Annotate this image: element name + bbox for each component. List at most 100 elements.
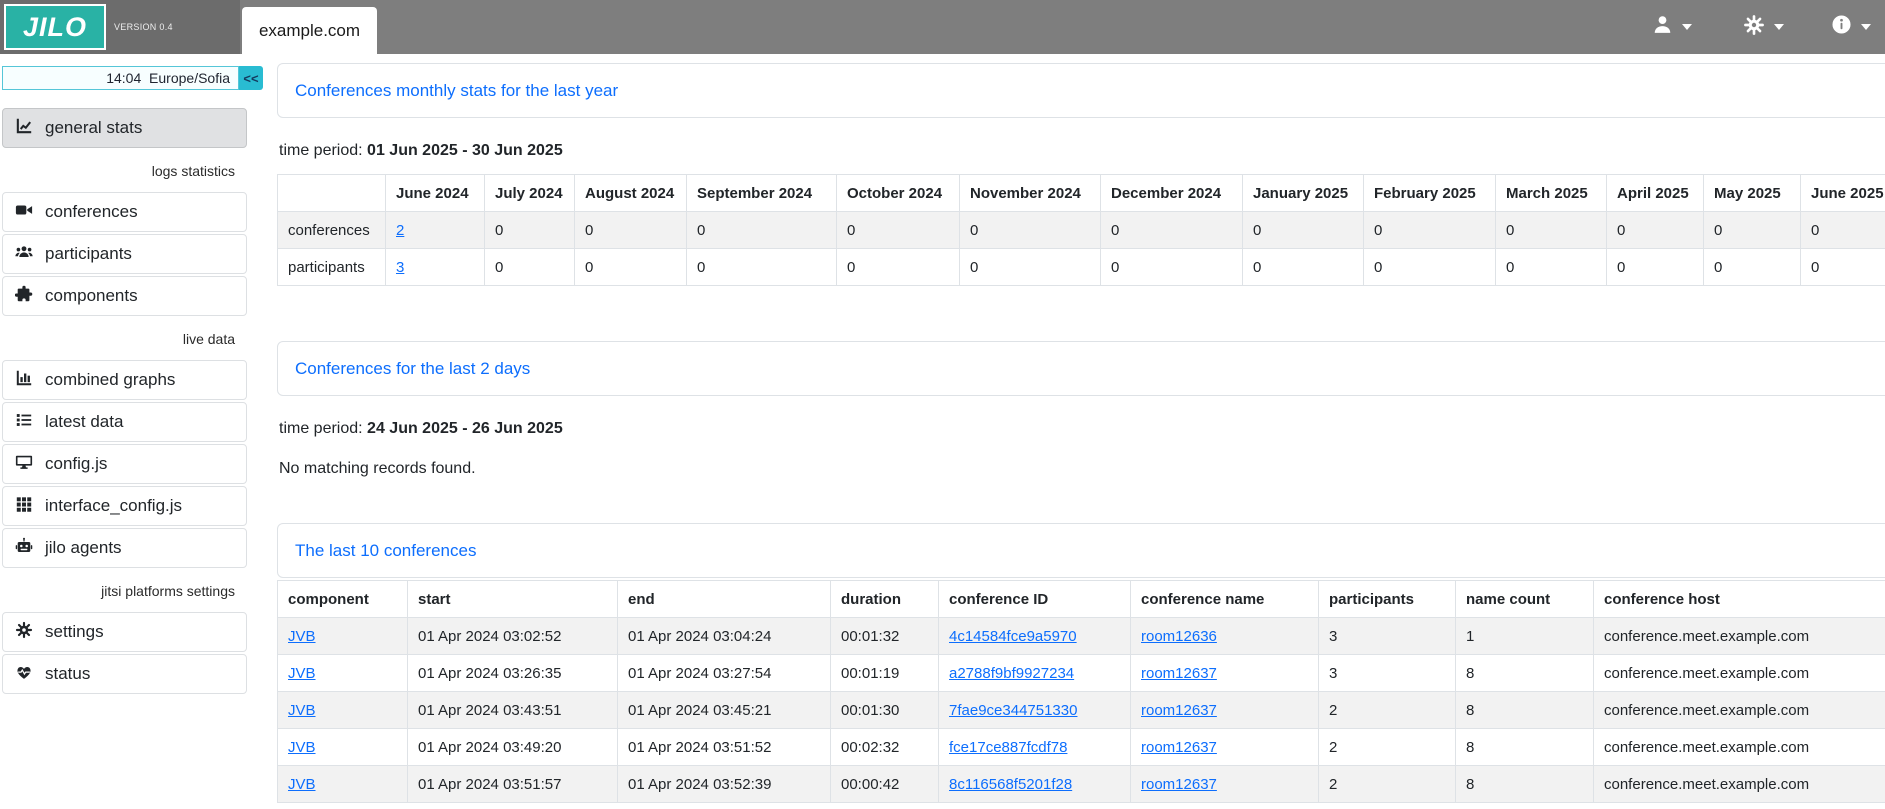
monthly-cell-link[interactable]: 3 bbox=[396, 259, 404, 276]
main-content: Conferences monthly stats for the last y… bbox=[249, 54, 1885, 803]
table-cell: 01 Apr 2024 03:26:35 bbox=[408, 655, 618, 692]
monthly-column-header: August 2024 bbox=[575, 175, 687, 212]
sidebar-menu: general stats logs statistics conference… bbox=[0, 108, 249, 694]
monthly-column-header: November 2024 bbox=[960, 175, 1101, 212]
table-cell: fce17ce887fcdf78 bbox=[939, 729, 1131, 766]
sidebar-item-components[interactable]: components bbox=[2, 276, 247, 316]
last10-cell-link[interactable]: room12637 bbox=[1141, 739, 1217, 756]
user-menu[interactable] bbox=[1652, 0, 1692, 54]
table-cell: conference.meet.example.com bbox=[1594, 766, 1885, 803]
sidebar-collapse-button[interactable]: << bbox=[239, 66, 263, 90]
sidebar-item-general-stats[interactable]: general stats bbox=[2, 108, 247, 148]
section-header-live-data: live data bbox=[2, 318, 247, 360]
time-period-value: 24 Jun 2025 - 26 Jun 2025 bbox=[367, 420, 563, 437]
sidebar-item-latest-data[interactable]: latest data bbox=[2, 402, 247, 442]
last10-cell-link[interactable]: JVB bbox=[288, 628, 316, 645]
clock-timezone: Europe/Sofia bbox=[149, 70, 230, 86]
last10-cell-link[interactable]: fce17ce887fcdf78 bbox=[949, 739, 1067, 756]
table-cell: 01 Apr 2024 03:45:21 bbox=[618, 692, 831, 729]
sidebar-item-jilo-agents[interactable]: jilo agents bbox=[2, 528, 247, 568]
table-cell: 2 bbox=[386, 212, 485, 249]
table-cell: 0 bbox=[1801, 212, 1885, 249]
last10-cell-link[interactable]: room12637 bbox=[1141, 776, 1217, 793]
settings-menu[interactable] bbox=[1743, 0, 1784, 54]
table-row: conferences2000000000000 bbox=[278, 212, 1885, 249]
last10-cell-link[interactable]: room12637 bbox=[1141, 702, 1217, 719]
last10-column-header: name count bbox=[1456, 581, 1594, 618]
monthly-stats-panel-title-link[interactable]: Conferences monthly stats for the last y… bbox=[295, 81, 618, 101]
monthly-column-header: December 2024 bbox=[1101, 175, 1243, 212]
table-cell: 4c14584fce9a5970 bbox=[939, 618, 1131, 655]
table-cell: JVB bbox=[278, 729, 408, 766]
sidebar-item-config-js[interactable]: config.js bbox=[2, 444, 247, 484]
table-cell: 01 Apr 2024 03:27:54 bbox=[618, 655, 831, 692]
table-row: JVB01 Apr 2024 03:02:5201 Apr 2024 03:04… bbox=[278, 618, 1885, 655]
table-cell: conferences bbox=[278, 212, 386, 249]
chart-column-icon bbox=[15, 369, 33, 392]
sidebar-item-settings[interactable]: settings bbox=[2, 612, 247, 652]
last10-cell-link[interactable]: JVB bbox=[288, 665, 316, 682]
table-cell: 00:01:32 bbox=[831, 618, 939, 655]
jilo-logo[interactable]: JILO bbox=[4, 4, 106, 50]
table-cell: 01 Apr 2024 03:49:20 bbox=[408, 729, 618, 766]
sidebar-item-interface-config-js[interactable]: interface_config.js bbox=[2, 486, 247, 526]
last10-cell-link[interactable]: room12636 bbox=[1141, 628, 1217, 645]
sidebar-item-label: interface_config.js bbox=[45, 496, 182, 516]
table-cell: 0 bbox=[485, 249, 575, 286]
table-cell: 3 bbox=[1319, 655, 1456, 692]
monthly-column-header: July 2024 bbox=[485, 175, 575, 212]
table-cell: 0 bbox=[1364, 249, 1496, 286]
table-cell: room12637 bbox=[1131, 766, 1319, 803]
last-10-conferences-panel-title-link[interactable]: The last 10 conferences bbox=[295, 541, 476, 561]
last10-cell-link[interactable]: 7fae9ce344751330 bbox=[949, 702, 1077, 719]
info-menu[interactable] bbox=[1831, 0, 1871, 54]
last10-cell-link[interactable]: JVB bbox=[288, 739, 316, 756]
last10-cell-link[interactable]: JVB bbox=[288, 776, 316, 793]
table-cell: 0 bbox=[960, 249, 1101, 286]
last10-column-header: duration bbox=[831, 581, 939, 618]
table-cell: 01 Apr 2024 03:43:51 bbox=[408, 692, 618, 729]
table-cell: 00:00:42 bbox=[831, 766, 939, 803]
table-cell: 0 bbox=[1704, 249, 1801, 286]
tab-label: example.com bbox=[259, 21, 360, 41]
last-10-conferences-panel: The last 10 conferences bbox=[277, 523, 1885, 578]
gear-icon bbox=[15, 621, 33, 644]
table-cell: 0 bbox=[575, 249, 687, 286]
table-cell: room12637 bbox=[1131, 729, 1319, 766]
table-cell: 0 bbox=[1243, 212, 1364, 249]
table-cell: 0 bbox=[687, 212, 837, 249]
monthly-column-header: April 2025 bbox=[1607, 175, 1704, 212]
monthly-column-header bbox=[278, 175, 386, 212]
monthly-stats-panel: Conferences monthly stats for the last y… bbox=[277, 63, 1885, 118]
sidebar-item-combined-graphs[interactable]: combined graphs bbox=[2, 360, 247, 400]
sidebar-item-label: jilo agents bbox=[45, 538, 122, 558]
sidebar-item-participants[interactable]: participants bbox=[2, 234, 247, 274]
table-cell: 0 bbox=[1364, 212, 1496, 249]
table-cell: room12637 bbox=[1131, 655, 1319, 692]
table-cell: 2 bbox=[1319, 692, 1456, 729]
table-cell: 0 bbox=[687, 249, 837, 286]
time-period-label: time period: bbox=[279, 142, 363, 159]
last10-cell-link[interactable]: a2788f9bf9927234 bbox=[949, 665, 1074, 682]
caret-down-icon bbox=[1682, 24, 1692, 30]
last-2-days-time-period: time period: 24 Jun 2025 - 26 Jun 2025 bbox=[279, 420, 1885, 438]
last10-cell-link[interactable]: 8c116568f5201f28 bbox=[949, 776, 1072, 793]
table-cell: 3 bbox=[1319, 618, 1456, 655]
sidebar-item-conferences[interactable]: conferences bbox=[2, 192, 247, 232]
monthly-cell-link[interactable]: 2 bbox=[396, 222, 404, 239]
last-2-days-panel-title-link[interactable]: Conferences for the last 2 days bbox=[295, 359, 530, 379]
sidebar-item-status[interactable]: status bbox=[2, 654, 247, 694]
monthly-column-header: January 2025 bbox=[1243, 175, 1364, 212]
table-cell: 0 bbox=[837, 249, 960, 286]
last-10-conferences-table: componentstartenddurationconference IDco… bbox=[277, 580, 1885, 803]
tab-example-com[interactable]: example.com bbox=[242, 7, 377, 54]
last10-cell-link[interactable]: room12637 bbox=[1141, 665, 1217, 682]
last10-cell-link[interactable]: JVB bbox=[288, 702, 316, 719]
sidebar-item-label: settings bbox=[45, 622, 104, 642]
monthly-column-header: June 2025 bbox=[1801, 175, 1885, 212]
table-cell: 00:02:32 bbox=[831, 729, 939, 766]
table-row: participants3000000000000 bbox=[278, 249, 1885, 286]
heart-pulse-icon bbox=[15, 663, 33, 686]
last10-cell-link[interactable]: 4c14584fce9a5970 bbox=[949, 628, 1077, 645]
table-cell: conference.meet.example.com bbox=[1594, 729, 1885, 766]
